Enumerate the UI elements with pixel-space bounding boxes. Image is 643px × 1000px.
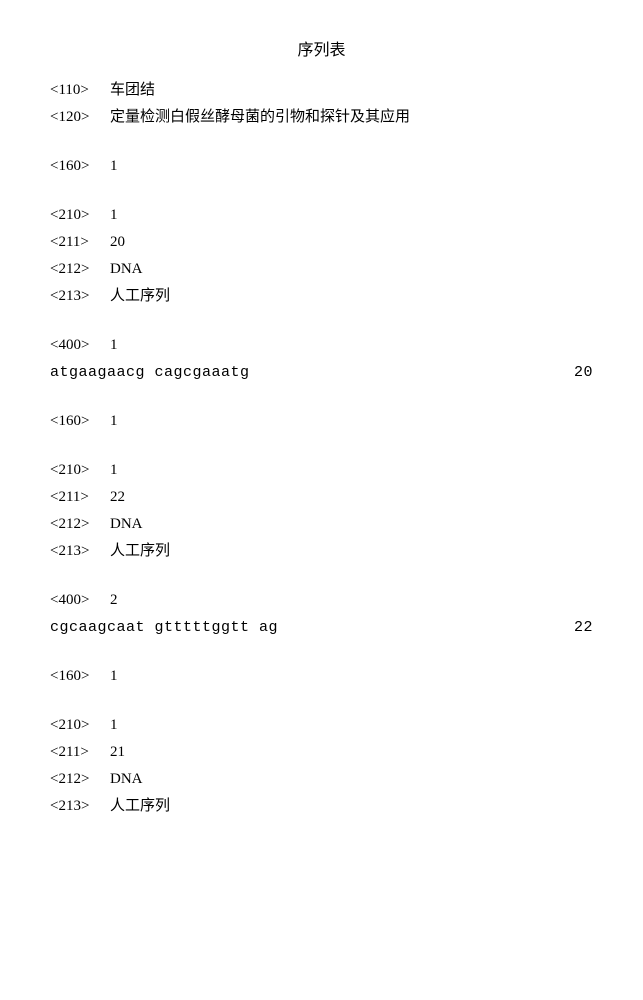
tag-110: <110> [50, 80, 110, 101]
field-400: <400> 2 [50, 590, 593, 611]
val-160: 1 [110, 666, 593, 687]
field-213: <213> 人工序列 [50, 286, 593, 307]
field-212: <212> DNA [50, 259, 593, 280]
tag-213: <213> [50, 796, 110, 817]
tag-211: <211> [50, 487, 110, 508]
field-160: <160> 1 [50, 411, 593, 432]
document-title: 序列表 [50, 40, 593, 62]
sequence-length: 22 [553, 617, 593, 638]
val-210: 1 [110, 715, 593, 736]
sequence-row: atgaagaacg cagcgaaatg 20 [50, 362, 593, 383]
val-212: DNA [110, 514, 593, 535]
tag-211: <211> [50, 742, 110, 763]
val-211: 20 [110, 232, 593, 253]
tag-211: <211> [50, 232, 110, 253]
field-110: <110> 车团结 [50, 80, 593, 101]
sequence-text: cgcaagcaat gtttttggtt ag [50, 617, 553, 638]
field-160: <160> 1 [50, 666, 593, 687]
field-211: <211> 22 [50, 487, 593, 508]
tag-212: <212> [50, 769, 110, 790]
sequence-length: 20 [553, 362, 593, 383]
field-212: <212> DNA [50, 514, 593, 535]
field-213: <213> 人工序列 [50, 796, 593, 817]
tag-210: <210> [50, 460, 110, 481]
tag-160: <160> [50, 666, 110, 687]
val-211: 22 [110, 487, 593, 508]
field-210: <210> 1 [50, 715, 593, 736]
field-120: <120> 定量检测白假丝酵母菌的引物和探针及其应用 [50, 107, 593, 128]
tag-400: <400> [50, 590, 110, 611]
val-120: 定量检测白假丝酵母菌的引物和探针及其应用 [110, 107, 593, 128]
field-210: <210> 1 [50, 205, 593, 226]
field-212: <212> DNA [50, 769, 593, 790]
val-213: 人工序列 [110, 541, 593, 562]
tag-210: <210> [50, 715, 110, 736]
tag-160: <160> [50, 411, 110, 432]
val-213: 人工序列 [110, 796, 593, 817]
tag-212: <212> [50, 514, 110, 535]
val-213: 人工序列 [110, 286, 593, 307]
tag-400: <400> [50, 335, 110, 356]
sequence-text: atgaagaacg cagcgaaatg [50, 362, 553, 383]
val-110: 车团结 [110, 80, 593, 101]
field-160: <160> 1 [50, 156, 593, 177]
tag-210: <210> [50, 205, 110, 226]
val-160: 1 [110, 411, 593, 432]
tag-213: <213> [50, 286, 110, 307]
tag-213: <213> [50, 541, 110, 562]
val-210: 1 [110, 460, 593, 481]
field-211: <211> 21 [50, 742, 593, 763]
val-211: 21 [110, 742, 593, 763]
field-211: <211> 20 [50, 232, 593, 253]
field-210: <210> 1 [50, 460, 593, 481]
sequence-row: cgcaagcaat gtttttggtt ag 22 [50, 617, 593, 638]
val-400: 2 [110, 590, 593, 611]
val-160: 1 [110, 156, 593, 177]
val-212: DNA [110, 259, 593, 280]
field-213: <213> 人工序列 [50, 541, 593, 562]
tag-212: <212> [50, 259, 110, 280]
tag-160: <160> [50, 156, 110, 177]
val-212: DNA [110, 769, 593, 790]
val-210: 1 [110, 205, 593, 226]
tag-120: <120> [50, 107, 110, 128]
field-400: <400> 1 [50, 335, 593, 356]
val-400: 1 [110, 335, 593, 356]
